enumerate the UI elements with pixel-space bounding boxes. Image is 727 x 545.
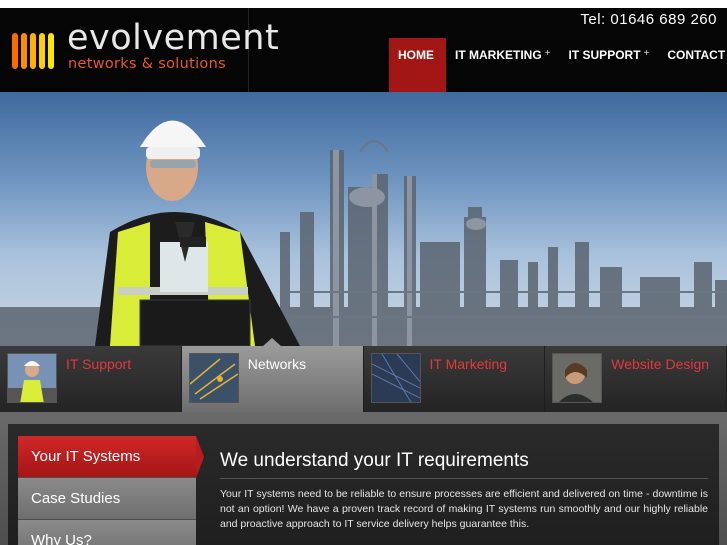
tab-networks[interactable]: Networks [181, 338, 364, 412]
tab-it-support[interactable]: IT Support [0, 346, 182, 412]
nav-item-label: CONTACT [667, 48, 726, 62]
hero-image [0, 120, 727, 346]
phone-number: Tel: 01646 689 260 [580, 11, 717, 28]
nav-plus-icon: + [643, 48, 650, 59]
content-body: Your IT systems need to be reliable to e… [220, 488, 708, 530]
side-menu-label: Your IT Systems [31, 448, 141, 465]
tab-label: Website Design [611, 356, 710, 372]
logo-wordmark: evolvement [67, 18, 280, 58]
nav-item-home[interactable]: HOME [389, 38, 446, 92]
tab-it-marketing[interactable]: IT Marketing [363, 346, 546, 412]
side-menu-why-us[interactable]: Why Us? [18, 520, 196, 545]
logo-tagline: networks & solutions [68, 56, 226, 72]
tab-label: IT Support [66, 356, 132, 372]
divider [220, 478, 708, 479]
site-header: evolvement networks & solutions Tel: 016… [0, 8, 727, 92]
logo-bar [21, 33, 27, 69]
logo-bar [30, 33, 36, 69]
tab-label: Networks [247, 356, 307, 372]
side-menu-case-studies[interactable]: Case Studies [18, 478, 196, 520]
logo-bar [48, 33, 54, 69]
main-nav: HOME IT MARKETING + IT SUPPORT + CONTACT… [389, 38, 727, 92]
nav-plus-icon: + [544, 48, 551, 59]
nav-item-it-support[interactable]: IT SUPPORT + [560, 38, 659, 92]
nav-item-label: IT MARKETING [455, 48, 542, 62]
logo[interactable]: evolvement networks & solutions [0, 8, 279, 92]
side-menu-label: Why Us? [31, 532, 92, 545]
logo-bars-icon [12, 33, 54, 69]
nav-item-label: IT SUPPORT [568, 48, 641, 62]
tab-website-design[interactable]: Website Design [545, 346, 727, 412]
worker-thumb-icon [7, 353, 57, 403]
circuit-thumb-icon [188, 353, 239, 403]
side-menu: Your IT Systems Case Studies Why Us? [18, 436, 204, 545]
nav-item-it-marketing[interactable]: IT MARKETING + [446, 38, 560, 92]
tab-label: IT Marketing [429, 356, 508, 372]
feature-tabs: IT Support Networks IT Marketing Website… [0, 338, 727, 412]
logo-bar [12, 33, 18, 69]
screen-thumb-icon [370, 353, 421, 403]
logo-bar [39, 33, 45, 69]
top-strip [0, 0, 727, 8]
side-menu-your-it-systems[interactable]: Your IT Systems [18, 436, 204, 478]
hero-banner [0, 92, 727, 346]
nav-item-contact[interactable]: CONTACT + [658, 38, 727, 92]
side-menu-label: Case Studies [31, 490, 121, 507]
person-thumb-icon [552, 353, 603, 403]
nav-item-label: HOME [398, 48, 434, 62]
content-title: We understand your IT requirements [220, 450, 529, 471]
